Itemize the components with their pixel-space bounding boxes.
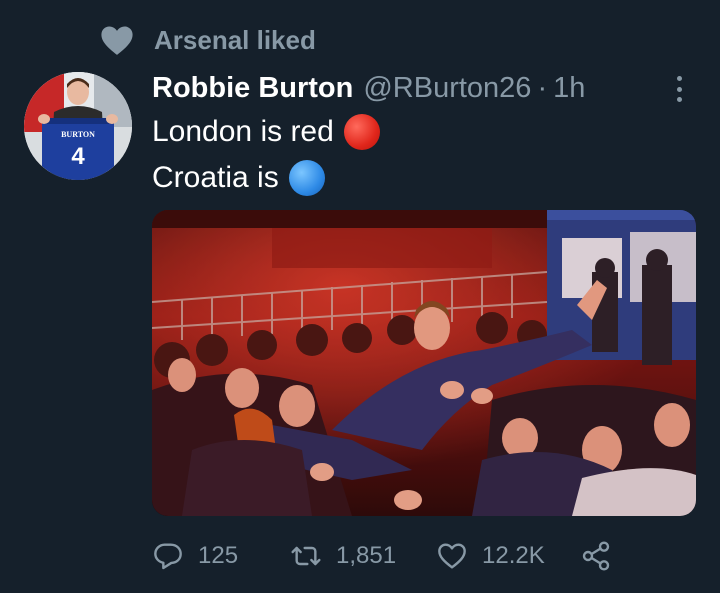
- tweet-photo[interactable]: [152, 210, 696, 516]
- author-handle[interactable]: @RBurton26: [363, 72, 531, 105]
- blue-circle-emoji-icon: [288, 160, 325, 196]
- tweet-header: Robbie Burton @RBurton26 · 1h: [152, 68, 585, 108]
- share-icon: [582, 541, 610, 571]
- tweet-text-line-1: London is red: [152, 112, 380, 152]
- reply-icon: [154, 543, 182, 570]
- like-button[interactable]: 12.2K: [436, 536, 545, 576]
- avatar-image: BURTON 4: [24, 72, 132, 180]
- heart-outline-icon: [438, 543, 466, 569]
- like-count: 12.2K: [482, 542, 545, 569]
- reply-count: 125: [198, 542, 239, 569]
- jersey-name: BURTON: [61, 130, 95, 139]
- tweet-text: Croatia is: [152, 161, 279, 194]
- tweet-actions: 125 1,851 12.2K: [152, 536, 632, 576]
- header-separator: ·: [537, 71, 548, 104]
- social-context-label: Arsenal liked: [154, 24, 316, 55]
- tweet-timestamp[interactable]: 1h: [553, 72, 585, 105]
- crowd-celebration-photo: [152, 210, 696, 516]
- jersey-number: 4: [71, 143, 85, 170]
- tweet-text: London is red: [152, 115, 334, 148]
- social-context[interactable]: Arsenal liked: [100, 22, 316, 58]
- red-circle-emoji-icon: [343, 114, 380, 150]
- share-button[interactable]: [580, 536, 612, 576]
- tweet-text-line-2: Croatia is: [152, 158, 325, 198]
- retweet-button[interactable]: 1,851: [290, 536, 396, 576]
- author-name[interactable]: Robbie Burton: [152, 72, 353, 105]
- reply-button[interactable]: 125: [152, 536, 238, 576]
- retweet-icon: [291, 546, 321, 566]
- retweet-count: 1,851: [336, 542, 397, 569]
- avatar[interactable]: BURTON 4: [24, 72, 132, 180]
- heart-icon: [101, 26, 133, 55]
- more-options-icon[interactable]: [668, 72, 690, 106]
